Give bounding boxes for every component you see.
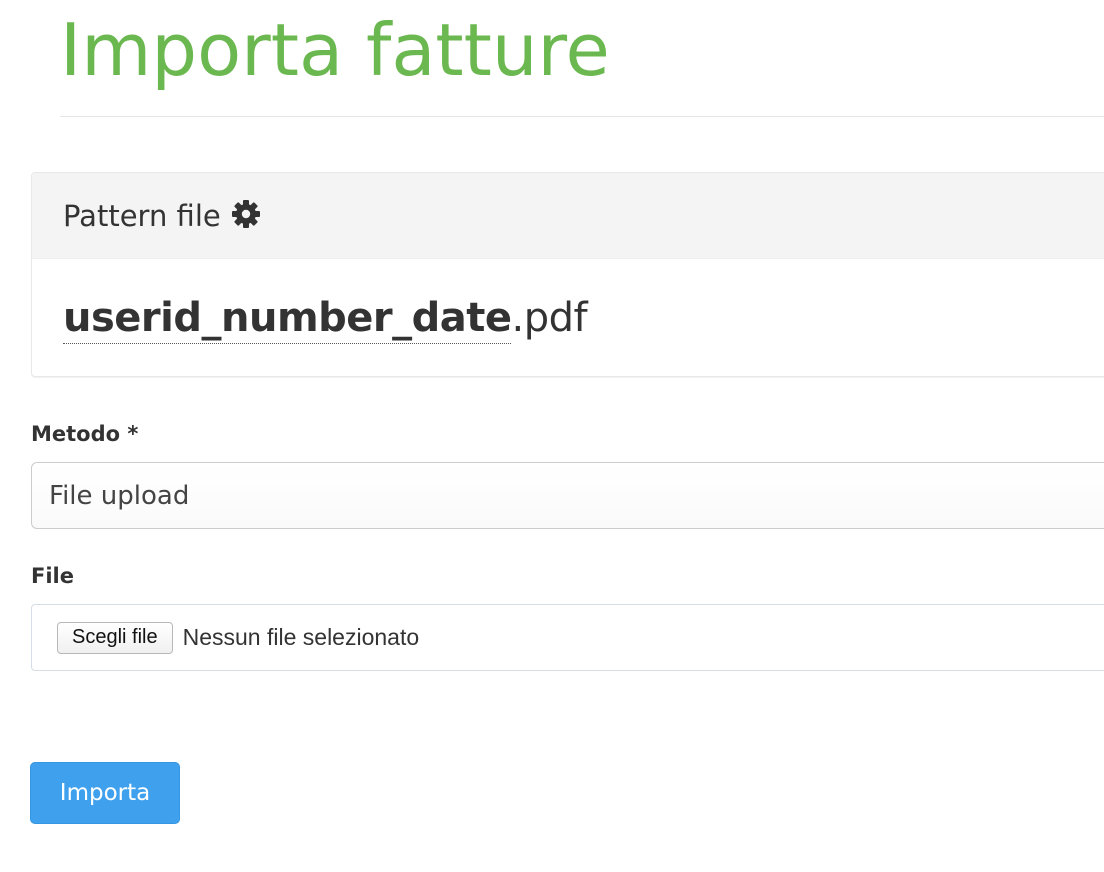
method-label: Metodo * — [31, 422, 139, 446]
import-invoices-page: Importa fatture Pattern file userid_numb… — [0, 0, 1104, 872]
method-select[interactable]: File upload — [31, 462, 1104, 529]
choose-file-button[interactable]: Scegli file — [57, 621, 173, 654]
method-select-value: File upload — [49, 480, 190, 511]
pattern-file-heading-label: Pattern file — [63, 198, 221, 233]
file-input[interactable]: Scegli file Nessun file selezionato — [31, 604, 1104, 671]
file-label: File — [31, 564, 74, 588]
pattern-file-panel: Pattern file userid_number_date.pdf — [31, 172, 1104, 377]
page-title: Importa fatture — [60, 8, 610, 92]
file-status-text: Nessun file selezionato — [182, 624, 420, 650]
pattern-extension: .pdf — [511, 295, 588, 341]
gear-icon[interactable] — [230, 198, 262, 230]
title-divider — [60, 116, 1104, 117]
pattern-file-heading: Pattern file — [32, 173, 1104, 259]
pattern-name: userid_number_date — [63, 293, 512, 344]
import-button[interactable]: Importa — [30, 762, 180, 824]
pattern-file-body: userid_number_date.pdf — [32, 259, 1104, 344]
